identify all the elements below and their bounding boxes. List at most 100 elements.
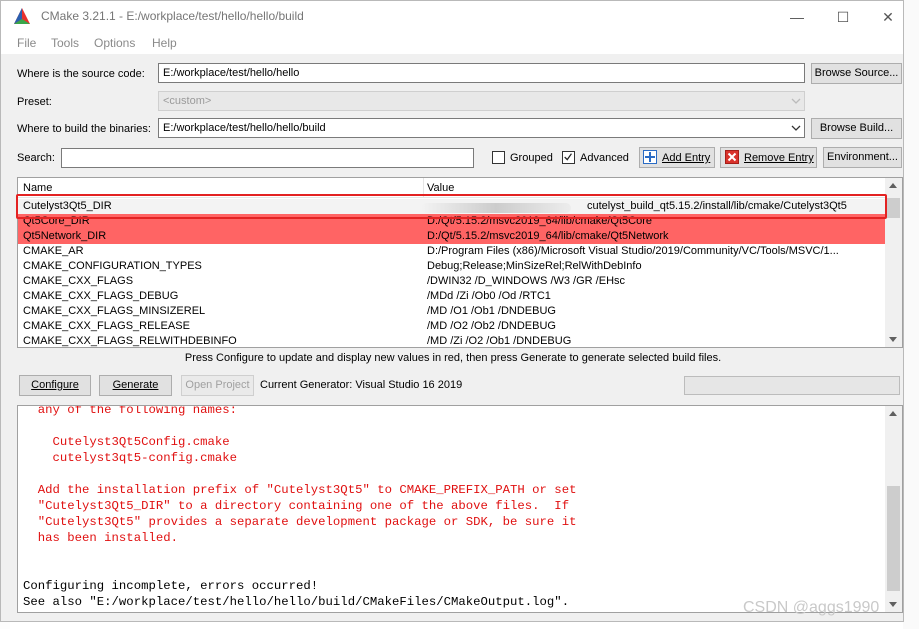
configure-button[interactable]: Configure [19,375,91,396]
scroll-down-icon[interactable] [889,337,897,342]
header-value[interactable]: Value [427,182,454,194]
grouped-label: Grouped [510,152,553,164]
output-line: "Cutelyst3Qt5_DIR" to a directory contai… [23,499,570,513]
scroll-thumb[interactable] [887,198,900,218]
close-button[interactable]: ✕ [878,7,898,27]
browse-build-label: Browse Build... [819,122,894,134]
entry-value[interactable]: /MD /O2 /Ob2 /DNDEBUG [427,319,887,334]
entry-value[interactable]: Debug;Release;MinSizeRel;RelWithDebInfo [427,259,887,274]
cmake-window: CMake 3.21.1 - E:/workplace/test/hello/h… [0,0,904,622]
menu-tools[interactable]: Tools [51,36,79,50]
table-row[interactable]: CMAKE_CXX_FLAGS_RELWITHDEBINFO/MD /Zi /O… [18,334,887,347]
menu-options[interactable]: Options [94,36,135,50]
build-path-value: E:/workplace/test/hello/hello/build [163,122,326,134]
entry-name: CMAKE_CXX_FLAGS_RELWITHDEBINFO [23,335,237,347]
remove-entry-label: Remove Entry [744,152,814,164]
scroll-up-icon[interactable] [889,411,897,416]
output-line: Cutelyst3Qt5Config.cmake [23,435,230,449]
redacted-value-blur [421,203,571,213]
build-label: Where to build the binaries: [17,123,151,135]
menu-help[interactable]: Help [152,36,177,50]
output-line: Add the installation prefix of "Cutelyst… [23,483,577,497]
source-label: Where is the source code: [17,68,145,80]
output-line: cutelyst3qt5-config.cmake [23,451,238,465]
table-row[interactable]: CMAKE_CXX_FLAGS_RELEASE/MD /O2 /Ob2 /DND… [18,319,886,334]
search-input[interactable] [61,148,474,168]
table-row[interactable]: CMAKE_CXX_FLAGS_DEBUG/MDd /Zi /Ob0 /Od /… [18,289,886,304]
entry-value[interactable]: D:/Qt/5.15.2/msvc2019_64/lib/cmake/Qt5Ne… [427,229,887,244]
output-scrollbar[interactable] [885,406,902,612]
add-entry-label: Add Entry [662,152,711,164]
menu-file[interactable]: File [17,36,36,50]
open-project-button[interactable]: Open Project [181,375,254,396]
entry-value[interactable]: cutelyst_build_qt5.15.2/install/lib/cmak… [587,199,902,214]
table-row[interactable]: CMAKE_AR D:/Program Files (x86)/Microsoft… [18,244,886,259]
window-title: CMake 3.21.1 - E:/workplace/test/hello/h… [41,9,304,23]
advanced-checkbox[interactable] [562,151,575,164]
browse-build-button[interactable]: Browse Build... [811,118,902,139]
entry-value[interactable]: D:/Qt/5.15.2/msvc2019_64/lib/cmake/Qt5Co… [427,214,887,229]
environment-button[interactable]: Environment... [823,147,902,168]
entry-name: Qt5Network_DIR [23,230,107,242]
table-scrollbar[interactable] [885,178,902,347]
entry-value[interactable]: /DWIN32 /D_WINDOWS /W3 /GR /EHsc [427,274,887,289]
maximize-button[interactable]: ☐ [833,7,853,27]
entry-value[interactable]: D:/Program Files (x86)/Microsoft Visual … [427,244,887,259]
scroll-down-icon[interactable] [889,602,897,607]
entry-name: CMAKE_CONFIGURATION_TYPES [23,260,202,272]
preset-combo: <custom> [158,91,805,111]
table-row[interactable]: Qt5Network_DIR D:/Qt/5.15.2/msvc2019_64/l… [18,229,886,244]
add-entry-button[interactable]: Add Entry [639,147,715,168]
generate-button[interactable]: Generate [99,375,172,396]
background-page-right [903,0,919,629]
minimize-button[interactable]: — [787,7,807,27]
chevron-down-icon [791,125,801,131]
configure-label: Configure [31,379,79,391]
scroll-up-icon[interactable] [889,183,897,188]
entry-name: Cutelyst3Qt5_DIR [23,200,112,212]
entry-value[interactable]: /MD /O1 /Ob1 /DNDEBUG [427,304,887,319]
entry-value[interactable]: /MDd /Zi /Ob0 /Od /RTC1 [427,289,887,304]
generate-label: Generate [112,379,159,391]
entry-name: CMAKE_CXX_FLAGS_DEBUG [23,290,179,302]
entry-name: CMAKE_CXX_FLAGS [23,275,134,287]
table-row[interactable]: Qt5Core_DIR D:/Qt/5.15.2/msvc2019_64/lib/… [18,214,886,229]
output-line: has been installed. [23,531,178,545]
entry-name: CMAKE_AR [23,245,84,257]
output-line: "Cutelyst3Qt5" provides a separate devel… [23,515,577,529]
table-row[interactable]: CMAKE_CONFIGURATION_TYPES Debug;Release;M… [18,259,886,274]
table-row[interactable]: CMAKE_CXX_FLAGS/DWIN32 /D_WINDOWS /W3 /G… [18,274,886,289]
entry-name: Qt5Core_DIR [23,215,90,227]
plus-icon [643,150,657,164]
scroll-thumb[interactable] [887,486,900,591]
preset-value: <custom> [163,95,212,107]
search-label: Search: [17,152,55,164]
output-line: any of the following names: [23,405,238,417]
current-generator: Current Generator: Visual Studio 16 2019 [260,379,463,391]
table-header: Name Value [18,178,886,198]
browse-source-label: Browse Source... [814,67,899,79]
preset-label: Preset: [17,96,52,108]
output-log[interactable]: any of the following names: Cutelyst3Qt5… [17,405,903,613]
entry-name: CMAKE_CXX_FLAGS_MINSIZEREL [23,305,206,317]
open-project-label: Open Project [185,379,250,391]
grouped-checkbox[interactable] [492,151,505,164]
output-line: See also "E:/workplace/test/hello/hello/… [23,595,570,609]
output-line: Configuring incomplete, errors occurred! [23,579,319,593]
title-bar: CMake 3.21.1 - E:/workplace/test/hello/h… [1,1,903,32]
browse-source-button[interactable]: Browse Source... [811,63,902,84]
header-name[interactable]: Name [23,182,52,194]
table-row[interactable]: CMAKE_CXX_FLAGS_MINSIZEREL/MD /O1 /Ob1 /… [18,304,886,319]
cmake-logo-icon [14,8,30,24]
configure-hint: Press Configure to update and display ne… [184,352,722,364]
chevron-down-icon [791,98,801,104]
advanced-label: Advanced [580,152,629,164]
entry-value[interactable]: /MD /Zi /O2 /Ob1 /DNDEBUG [427,334,887,347]
check-icon [564,153,572,161]
remove-entry-button[interactable]: Remove Entry [720,147,817,168]
entry-name: CMAKE_CXX_FLAGS_RELEASE [23,320,190,332]
build-path-combo[interactable]: E:/workplace/test/hello/hello/build [158,118,805,138]
source-path-input[interactable]: E:/workplace/test/hello/hello [158,63,805,83]
environment-label: Environment... [827,151,898,163]
remove-icon [725,150,739,164]
